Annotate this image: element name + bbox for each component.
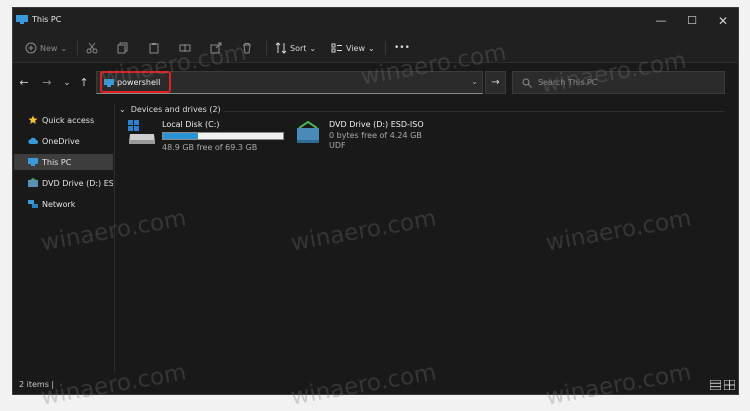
copy-icon <box>117 42 128 54</box>
drive-item-local-disk[interactable]: Local Disk (C:) 48.9 GB free of 69.3 GB <box>128 120 303 160</box>
chevron-down-icon[interactable]: ⌄ <box>471 77 478 86</box>
window-title: This PC <box>32 15 62 24</box>
this-pc-icon <box>16 15 28 24</box>
view-label: View <box>346 43 365 53</box>
close-button[interactable]: ✕ <box>708 11 738 31</box>
go-button[interactable]: → <box>485 71 506 94</box>
network-icon <box>28 200 38 208</box>
navigation-bar: ← → ⌄ ↑ powershell ⌄ → Search This PC <box>13 66 738 100</box>
search-input[interactable]: Search This PC <box>538 78 597 87</box>
minimize-button[interactable]: — <box>646 11 676 31</box>
monitor-icon <box>28 158 38 166</box>
file-explorer-window: This PC — ☐ ✕ New ⌄ Sort ⌄ View ⌄ ••• ← … <box>12 7 739 395</box>
sidebar-item-dvd-drive[interactable]: DVD Drive (D:) ESD-I <box>14 175 113 191</box>
drive-name: DVD Drive (D:) ESD-ISO <box>329 120 424 129</box>
chevron-down-icon: ⌄ <box>309 43 317 53</box>
paste-button[interactable] <box>148 40 160 56</box>
maximize-button[interactable]: ☐ <box>677 11 707 31</box>
drive-usage-bar <box>162 132 284 140</box>
drive-filesystem: UDF <box>329 141 346 150</box>
sidebar-item-network[interactable]: Network <box>14 196 113 212</box>
toolbar-divider <box>77 41 78 55</box>
group-divider <box>224 111 724 112</box>
recent-locations-button[interactable]: ⌄ <box>59 75 75 91</box>
copy-button[interactable] <box>117 40 129 56</box>
sidebar-item-label: This PC <box>42 157 72 167</box>
drive-name: Local Disk (C:) <box>162 120 220 129</box>
view-list-icon <box>331 43 342 53</box>
title-bar: This PC — ☐ ✕ <box>13 8 738 34</box>
dvd-drive-icon <box>297 120 319 143</box>
star-icon <box>28 115 38 124</box>
sort-label: Sort <box>290 43 307 53</box>
more-options-button[interactable]: ••• <box>394 40 410 56</box>
cloud-icon <box>28 137 38 144</box>
navigation-pane: Quick access OneDrive This PC DVD Drive … <box>13 103 115 373</box>
clipboard-icon <box>149 43 159 54</box>
group-label: Devices and drives (2) <box>130 105 221 114</box>
sidebar-item-label: Quick access <box>42 115 95 125</box>
chevron-down-icon: ⌄ <box>60 43 68 53</box>
search-box[interactable]: Search This PC <box>512 71 725 94</box>
rename-button[interactable] <box>179 40 191 56</box>
cut-button[interactable] <box>86 40 98 56</box>
view-button[interactable]: View ⌄ <box>331 40 375 56</box>
rename-icon <box>179 44 191 52</box>
chevron-down-icon: ⌄ <box>367 43 375 53</box>
search-icon <box>522 78 532 88</box>
toolbar-divider <box>385 41 386 55</box>
item-count: 2 items | <box>19 380 55 389</box>
sort-icon <box>275 42 287 54</box>
dvd-icon <box>28 178 38 187</box>
status-bar: 2 items | <box>13 376 738 396</box>
file-list-pane: ⌄ Devices and drives (2) Local Disk (C:)… <box>116 103 736 373</box>
command-bar: New ⌄ Sort ⌄ View ⌄ ••• <box>13 34 738 63</box>
address-bar[interactable]: powershell ⌄ <box>96 71 483 94</box>
drive-usage-fill <box>163 133 198 139</box>
sidebar-item-label: OneDrive <box>42 136 80 146</box>
annotation-highlight <box>100 71 171 93</box>
plus-circle-icon <box>25 42 37 54</box>
scissors-icon <box>86 42 98 54</box>
back-button[interactable]: ← <box>16 75 32 91</box>
drive-item-dvd[interactable]: DVD Drive (D:) ESD-ISO 0 bytes free of 4… <box>295 120 455 160</box>
share-button[interactable] <box>210 40 222 56</box>
chevron-down-icon: ⌄ <box>119 105 126 114</box>
drive-free-space: 0 bytes free of 4.24 GB <box>329 131 422 140</box>
sidebar-item-label: Network <box>42 199 76 209</box>
new-label: New <box>40 43 58 53</box>
drive-free-space: 48.9 GB free of 69.3 GB <box>162 143 258 152</box>
sidebar-item-label: DVD Drive (D:) ESD-I <box>42 178 113 188</box>
sidebar-item-quick-access[interactable]: Quick access <box>14 112 113 128</box>
hard-drive-icon <box>128 120 155 144</box>
share-icon <box>210 42 222 54</box>
more-icon: ••• <box>394 43 410 53</box>
sidebar-item-onedrive[interactable]: OneDrive <box>14 133 113 149</box>
delete-button[interactable] <box>241 40 253 56</box>
up-button[interactable]: ↑ <box>76 75 92 91</box>
forward-button[interactable]: → <box>39 75 55 91</box>
sort-button[interactable]: Sort ⌄ <box>275 40 316 56</box>
group-header-devices[interactable]: ⌄ Devices and drives (2) <box>119 105 221 114</box>
sidebar-item-this-pc[interactable]: This PC <box>14 154 113 170</box>
tiles-view-icon[interactable] <box>724 380 735 390</box>
toolbar-divider <box>266 41 267 55</box>
trash-icon <box>243 43 251 54</box>
new-button[interactable]: New ⌄ <box>25 40 67 56</box>
details-view-icon[interactable] <box>710 380 721 390</box>
